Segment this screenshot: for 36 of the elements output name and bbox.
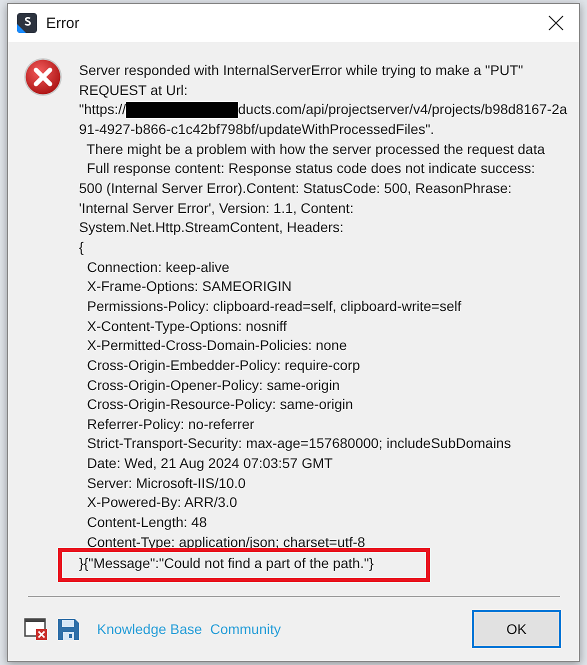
app-logo-icon (17, 13, 37, 33)
close-window-icon[interactable] (24, 617, 48, 641)
message-text: Full response content: Response status code does not indicate success: (86, 159, 536, 178)
header-line: Strict-Transport-Security: max-age=157680000; includeSubDomains (86, 434, 512, 454)
window-title: Error (46, 14, 80, 32)
header-line: X-Permitted-Cross-Domain-Policies: none (86, 336, 348, 356)
message-text: Server responded with InternalServerError while trying to make a "PUT" (79, 61, 524, 80)
message-text: REQUEST at Url: (79, 80, 189, 100)
message-text: ducts.com/api/projectserver/v4/projects/b98d8167-2a (238, 100, 568, 120)
header-line: Permissions-Policy: clipboard-read=self, clipboard-write=self (86, 296, 462, 316)
header-line: X-Content-Type-Options: nosniff (86, 316, 288, 336)
ok-button[interactable]: OK (472, 610, 561, 648)
header-line: X-Frame-Options: SAMEORIGIN (86, 277, 293, 296)
message-text: 'Internal Server Error', Version: 1.1, Content: (79, 198, 355, 218)
message-text: 91-4927-b866-c1c42bf798bf/updateWithProcessedFiles". (79, 120, 436, 139)
message-text: { (79, 238, 85, 257)
help-link[interactable]: Knowledge Base (97, 621, 202, 637)
close-icon[interactable] (548, 15, 564, 31)
header-line: Cross-Origin-Resource-Policy: same-origin (86, 395, 354, 414)
message-text: 500 (Internal Server Error).Content: StatusCode: 500, ReasonPhrase: (79, 178, 513, 198)
message-text: System.Net.Http.StreamContent, Headers: (79, 218, 345, 238)
header-line: Cross-Origin-Embedder-Policy: require-corp (86, 356, 362, 375)
header-line: Date: Wed, 21 Aug 2024 07:03:57 GMT (86, 454, 334, 474)
header-line: Connection: keep-alive (86, 258, 230, 277)
header-line: Server: Microsoft-IIS/10.0 (86, 474, 247, 493)
save-icon[interactable] (58, 618, 79, 640)
header-line: Content-Length: 48 (86, 513, 208, 532)
header-line: X-Powered-By: ARR/3.0 (86, 493, 238, 512)
message-text: There might be a problem with how the server processed the request data (86, 140, 546, 159)
header-line: Content-Type: application/json; charset=utf-8 (86, 532, 366, 552)
message-text: "https:// (79, 100, 126, 120)
message-text: }{"Message":"Could not find a part of the path."} (79, 555, 374, 572)
header-line: Cross-Origin-Opener-Policy: same-origin (86, 376, 341, 395)
help-link[interactable]: Community (210, 621, 281, 637)
error-icon (24, 58, 62, 96)
header-line: Referrer-Policy: no-referrer (86, 414, 256, 434)
